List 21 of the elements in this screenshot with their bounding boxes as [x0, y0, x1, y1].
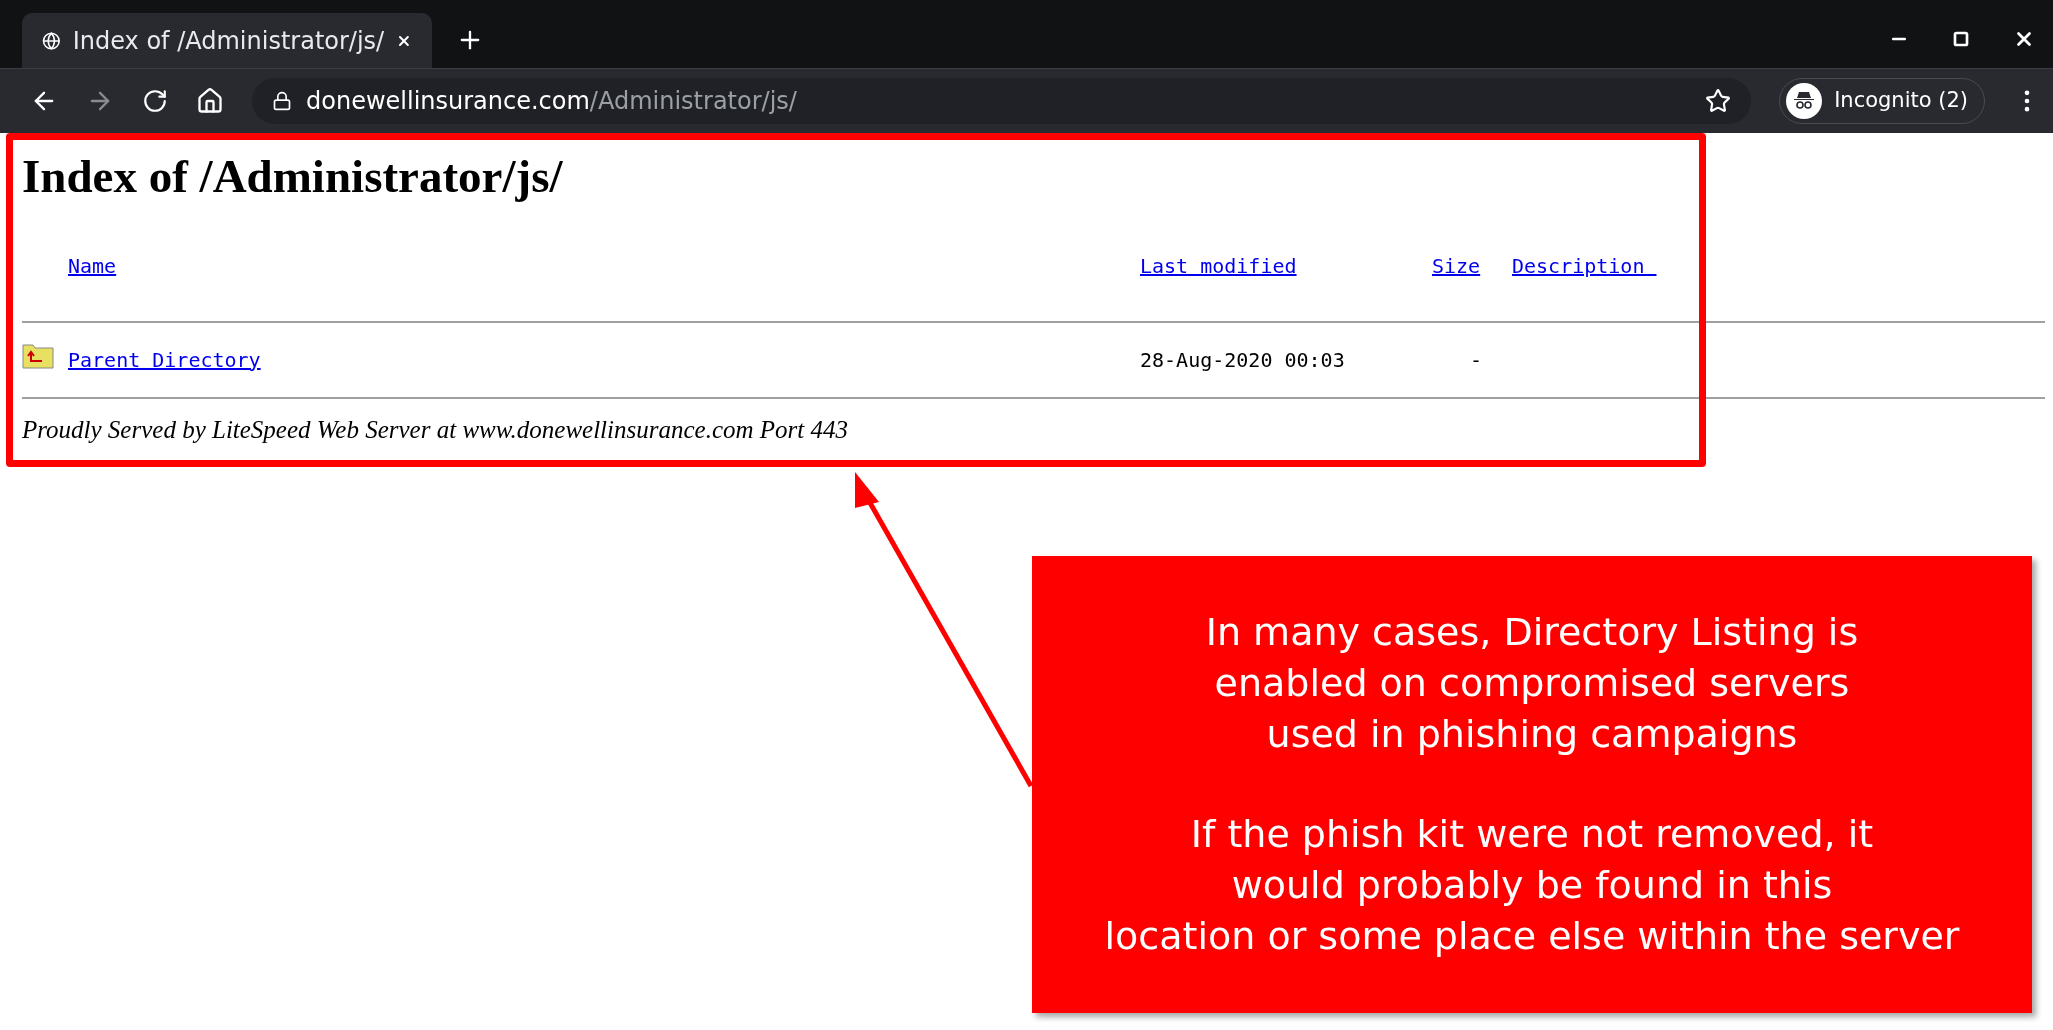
parent-directory-link[interactable]: Parent Directory	[68, 344, 1140, 375]
url-text: donewellinsurance.com/Administrator/js/	[306, 86, 798, 117]
bookmark-star-icon[interactable]	[1705, 88, 1732, 114]
incognito-icon	[1786, 83, 1823, 119]
callout-text: In many cases, Directory Listing is enabled on compromised servers used in phishing campaigns	[1205, 608, 1859, 759]
browser-tab[interactable]: Index of /Administrator/js/	[22, 13, 432, 68]
server-footer: Proudly Served by LiteSpeed Web Server at www.donewellinsurance.com Port 443	[22, 410, 2045, 449]
column-header-link[interactable]: Name	[68, 250, 1140, 281]
home-icon[interactable]	[196, 87, 224, 115]
page-heading: Index of /Administrator/js/	[22, 151, 564, 203]
modified-cell-text: 28-Aug-2020 00:03	[1140, 346, 1346, 374]
tab-title: Index of /Administrator/js/	[72, 25, 385, 57]
column-header-link[interactable]: Size	[1432, 250, 1512, 281]
lock-icon	[272, 91, 292, 111]
size-cell-text: -	[1468, 346, 1482, 374]
column-header-link[interactable]: Description	[1512, 250, 1657, 281]
reload-icon[interactable]	[142, 88, 168, 114]
address-bar[interactable]: donewellinsurance.com/Administrator/js/	[252, 78, 1752, 124]
maximize-icon[interactable]	[1953, 31, 1969, 47]
column-header-link[interactable]: Last modified	[1140, 250, 1432, 281]
callout-text: If the phish kit were not removed, it would probably be found in this location or some place else within the server	[1104, 810, 1960, 961]
